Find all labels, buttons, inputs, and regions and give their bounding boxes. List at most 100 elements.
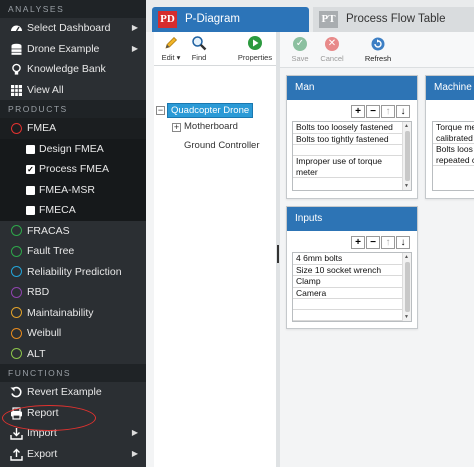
remove-button[interactable]: − [366, 105, 380, 118]
chevron-right-icon: ▶ [131, 448, 138, 458]
magnifier-icon [192, 36, 207, 51]
scroll-down-icon[interactable]: ▼ [404, 183, 409, 189]
scrollbar[interactable]: ▲ ▼ [402, 122, 411, 190]
play-icon [248, 36, 262, 50]
scroll-up-icon[interactable]: ▲ [404, 254, 409, 260]
tab-bar: PD P-Diagram PT Process Flow Table [146, 0, 474, 32]
save-button[interactable]: ✓ Save [288, 37, 312, 63]
products-header: PRODUCTS [0, 100, 146, 118]
list-item[interactable]: Camera [293, 288, 411, 299]
sidebar-item-knowledge-bank[interactable]: Knowledge Bank [0, 59, 146, 80]
move-down-button[interactable]: ↓ [396, 105, 410, 118]
sidebar-item-select-dashboard[interactable]: Select Dashboard ▶ [0, 18, 146, 39]
sidebar-item-label: Select Dashboard [27, 22, 111, 34]
chevron-right-icon: ▶ [131, 428, 138, 437]
maintainability-circle-icon [11, 307, 22, 318]
list-item[interactable]: Bolts too tightly fastened [293, 134, 411, 145]
pencil-icon [165, 37, 177, 49]
list-item[interactable]: Size 10 socket wrench [293, 265, 411, 276]
man-panel-buttons: + − ↑ ↓ [350, 105, 410, 118]
sidebar-item-label: Reliability Prediction [27, 265, 122, 278]
find-button[interactable]: Find [187, 35, 211, 62]
list-item[interactable]: Improper use of torque meter [293, 156, 411, 178]
tree-node-quadcopter-drone[interactable]: Quadcopter Drone [167, 103, 254, 118]
sidebar-item-design-fmea[interactable]: Design FMEA [0, 138, 146, 159]
list-item[interactable]: calibrated [433, 133, 474, 144]
sidebar-item-label: Drone Example [27, 42, 100, 55]
sidebar-item-fmeca[interactable]: FMECA [0, 200, 146, 221]
list-item[interactable]: Clamp [293, 276, 411, 288]
tab-process-flow-table[interactable]: PT Process Flow Table [313, 7, 474, 32]
machine-list[interactable]: Torque me calibrated Bolts loos repeated… [432, 121, 474, 191]
list-item[interactable]: Bolts too loosely fastened [293, 122, 411, 134]
scroll-thumb[interactable] [405, 262, 410, 312]
sidebar-item-fault-tree[interactable]: Fault Tree [0, 241, 146, 262]
grid-icon [11, 84, 22, 96]
save-label: Save [291, 54, 309, 63]
sidebar-item-weibull[interactable]: Weibull [0, 323, 146, 344]
remove-button[interactable]: − [366, 236, 380, 249]
man-list[interactable]: Bolts too loosely fastened Bolts too tig… [292, 121, 412, 191]
inputs-list[interactable]: 4 6mm bolts Size 10 socket wrench Clamp … [292, 252, 412, 322]
sidebar-item-fracas[interactable]: FRACAS [0, 221, 146, 242]
collapse-toggle-icon[interactable]: − [156, 106, 165, 115]
sidebar-item-label: Weibull [27, 327, 62, 339]
scrollbar[interactable]: ▲ ▼ [402, 253, 411, 321]
refresh-button[interactable]: Refresh [360, 37, 396, 63]
checkbox-icon[interactable] [26, 185, 35, 195]
analyses-header: ANALYSES [0, 0, 146, 18]
sidebar-item-label: FMEA-MSR [39, 183, 95, 196]
cancel-x-icon: ✕ [325, 37, 339, 51]
edit-button[interactable]: Edit ▾ [158, 35, 184, 62]
sidebar-item-revert-example[interactable]: Revert Example [0, 382, 146, 403]
import-icon [10, 428, 23, 440]
sidebar-item-maintainability[interactable]: Maintainability [0, 303, 146, 324]
fault-tree-circle-icon [11, 245, 22, 257]
sidebar-item-label: RBD [27, 286, 50, 298]
sidebar-item-rbd[interactable]: RBD [0, 282, 146, 303]
add-button[interactable]: + [351, 236, 365, 249]
cancel-button[interactable]: ✕ Cancel [316, 37, 348, 63]
tree-node-ground-controller[interactable]: Ground Controller [184, 140, 260, 151]
sidebar-item-process-fmea[interactable]: ✓ Process FMEA [0, 159, 146, 180]
sidebar-item-reliability-prediction[interactable]: Reliability Prediction [0, 262, 146, 283]
checkbox-checked-icon[interactable]: ✓ [26, 165, 35, 174]
refresh-label: Refresh [364, 54, 392, 63]
move-down-button[interactable]: ↓ [396, 236, 410, 249]
expand-toggle-icon[interactable]: + [172, 123, 181, 132]
tab-p-diagram[interactable]: PD P-Diagram [152, 7, 309, 32]
list-item[interactable]: repeated c [433, 155, 474, 166]
check-icon: ✓ [293, 37, 307, 51]
properties-button[interactable]: Properties [234, 35, 276, 62]
move-up-button[interactable]: ↑ [381, 105, 395, 118]
sidebar-item-alt[interactable]: ALT [0, 344, 146, 365]
p-diagram-badge-icon: PD [158, 11, 177, 28]
list-item[interactable] [293, 145, 411, 156]
checkbox-icon[interactable] [26, 206, 35, 215]
tree-node-motherboard[interactable]: Motherboard [184, 121, 238, 132]
scroll-up-icon[interactable]: ▲ [404, 123, 409, 129]
rbd-circle-icon [11, 286, 22, 298]
move-up-button[interactable]: ↑ [381, 236, 395, 249]
add-button[interactable]: + [351, 105, 365, 118]
scroll-thumb[interactable] [405, 131, 410, 181]
list-item[interactable] [293, 310, 411, 321]
alt-circle-icon [11, 348, 22, 359]
checkbox-icon[interactable] [26, 144, 35, 154]
list-item[interactable] [293, 299, 411, 310]
list-item[interactable]: Torque me [433, 122, 474, 133]
lightbulb-icon [12, 63, 21, 75]
list-item[interactable]: Bolts loos [433, 144, 474, 155]
sidebar-item-fmea-msr[interactable]: FMEA-MSR [0, 179, 146, 200]
edit-label: Edit [161, 53, 175, 62]
sidebar-item-drone-example[interactable]: Drone Example ▶ [0, 39, 146, 60]
list-item[interactable]: 4 6mm bolts [293, 253, 411, 265]
scroll-down-icon[interactable]: ▼ [404, 314, 409, 320]
sidebar-item-label: ALT [27, 347, 46, 360]
sidebar-item-view-all[interactable]: View All [0, 80, 146, 101]
sidebar-item-label: Process FMEA [39, 163, 110, 175]
sidebar-item-label: View All [27, 83, 64, 96]
sidebar-item-export[interactable]: Export ▶ [0, 444, 146, 465]
sidebar-item-fmea[interactable]: FMEA [0, 118, 146, 139]
splitter-grip-icon[interactable] [277, 245, 279, 263]
